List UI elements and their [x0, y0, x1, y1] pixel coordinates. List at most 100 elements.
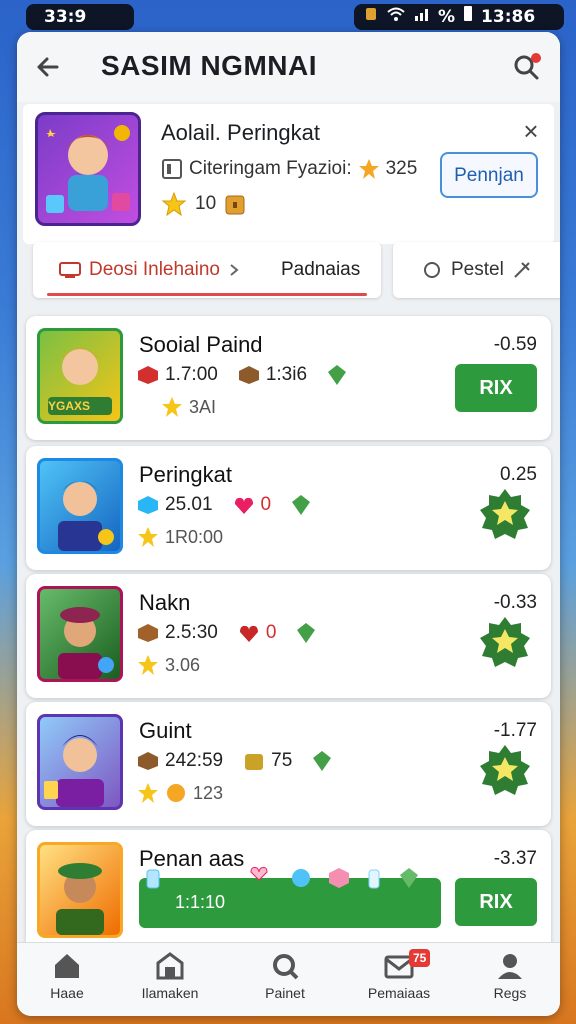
star-icon: [138, 527, 158, 547]
nav-store[interactable]: Ilamaken: [120, 951, 220, 1001]
back-button[interactable]: [31, 50, 65, 84]
green-gem-icon: [328, 365, 347, 385]
search-button[interactable]: [510, 50, 544, 84]
player-stats: 242:59 75: [137, 750, 332, 772]
player-substat: 3AI: [161, 396, 216, 418]
status-signal-text: %: [438, 7, 456, 27]
list-item[interactable]: Penan aas -3.37 1:1:10 RIX: [26, 830, 551, 954]
stat-value-2: 1:3i6: [265, 364, 308, 385]
featured-meta: Citeringam Fyazioi: 325: [161, 158, 417, 180]
top-app-bar: SASIM NGMNAI: [17, 32, 560, 102]
substat-value: 3.06: [165, 654, 201, 675]
featured-action-button[interactable]: Pennjan: [440, 152, 538, 198]
nav-search[interactable]: Painet: [235, 951, 335, 1001]
green-gem-icon: [297, 623, 316, 643]
wood-block-icon: [238, 366, 259, 384]
document-icon: [162, 159, 182, 179]
tab-secondary[interactable]: Pestel: [393, 242, 560, 298]
signal-icon: [414, 4, 430, 30]
nav-home[interactable]: Haae: [17, 951, 117, 1001]
star-badge-icon: [480, 489, 530, 539]
monitor-icon: [59, 262, 81, 278]
nav-label: Ilamaken: [141, 985, 199, 1001]
store-icon: [156, 952, 184, 980]
tab-primary-a-label: Deosi Inlehaino: [89, 259, 220, 280]
player-name: Nakn: [139, 590, 191, 615]
red-block-icon: [138, 366, 158, 384]
star-badge-button[interactable]: [479, 616, 531, 668]
star-icon: [138, 655, 158, 675]
tab-primary-b-label[interactable]: Padnaias: [281, 259, 360, 281]
star-badge-icon: [480, 617, 530, 667]
close-button[interactable]: ×: [518, 118, 544, 144]
wood-block-icon: [138, 752, 158, 770]
player-score: -0.33: [493, 592, 537, 613]
nav-messages[interactable]: 75 Pemaiaas: [349, 949, 449, 1001]
player-substat: 1R0:00: [137, 526, 223, 548]
status-time-left: 33:9: [26, 4, 134, 30]
close-icon: ×: [523, 116, 539, 146]
stat-value-1: 242:59: [165, 750, 224, 771]
list-item[interactable]: YGAXS Sooial Paind -0.59 1.7:00 1:3i6 3A…: [26, 316, 551, 440]
progress-icons: [146, 867, 418, 889]
substat-value: 1R0:00: [165, 526, 224, 547]
stat-value-2: 0: [265, 622, 277, 643]
main-panel: SASIM NGMNAI Aolail. Peringkat × Citerin…: [17, 32, 560, 1016]
nav-label: Regs: [493, 985, 527, 1001]
stat-value-2: 0: [260, 494, 272, 515]
green-gem-icon: [292, 495, 311, 515]
star-badge-button[interactable]: [479, 744, 531, 796]
stat-value-1: 1.7:00: [165, 364, 218, 385]
status-bar: 33:9 % 13:86: [0, 0, 576, 34]
tab-primary[interactable]: Deosi Inlehaino Padnaias: [33, 242, 381, 298]
wifi-icon: [386, 4, 406, 30]
player-stats: 1.7:00 1:3i6: [137, 364, 347, 386]
red-heart-icon: [239, 625, 258, 642]
star-badge-button[interactable]: [479, 488, 531, 540]
featured-card[interactable]: Aolail. Peringkat × Citeringam Fyazioi: …: [23, 104, 554, 244]
player-avatar: [37, 714, 123, 810]
featured-meta-row2: 10: [161, 192, 246, 216]
nav-label: Haae: [50, 985, 84, 1001]
player-avatar: [37, 842, 123, 938]
player-score: -0.59: [493, 334, 537, 355]
pink-heart-icon: [234, 497, 253, 514]
tab-primary-a[interactable]: Deosi Inlehaino: [59, 259, 240, 281]
battery-icon: [463, 4, 473, 30]
arrow-left-icon: [37, 57, 59, 77]
notification-badge: 75: [409, 949, 431, 967]
tab-bar: Deosi Inlehaino Padnaias Pestel: [17, 238, 560, 304]
substat-value: 3AI: [189, 396, 217, 417]
status-right-cluster: % 13:86: [354, 4, 564, 30]
nav-label: Painet: [265, 985, 305, 1001]
star-icon: [358, 159, 379, 179]
tab-secondary-label: Pestel: [451, 259, 504, 280]
bottom-navigation: Haae Ilamaken Painet 75 Pemaiaas Regs: [17, 942, 560, 1016]
green-gem-icon: [313, 751, 332, 771]
blue-block-icon: [138, 496, 158, 514]
nav-profile[interactable]: Regs: [460, 951, 560, 1001]
rix-button[interactable]: RIX: [455, 364, 537, 412]
chest-icon: [245, 754, 264, 770]
player-name: Sooial Paind: [139, 332, 263, 357]
substat-value: 123: [193, 782, 224, 803]
featured-title: Aolail. Peringkat: [161, 120, 320, 145]
home-icon: [55, 954, 79, 978]
list-item[interactable]: Guint -1.77 242:59 75 123: [26, 702, 551, 826]
tools-icon: [514, 262, 530, 278]
featured-avatar: [35, 112, 141, 226]
gear-icon: [424, 262, 440, 278]
player-substat: 3.06: [137, 654, 200, 676]
battery-alert-icon: [364, 4, 378, 30]
star-icon: [162, 397, 182, 417]
page-title: SASIM NGMNAI: [101, 50, 317, 81]
rix-button[interactable]: RIX: [455, 878, 537, 926]
player-name: Guint: [139, 718, 192, 743]
list-item[interactable]: Nakn -0.33 2.5:30 0 3.06: [26, 574, 551, 698]
player-score: 0.25: [500, 464, 537, 485]
chevron-right-icon: [230, 264, 239, 276]
player-substat: 123: [137, 782, 223, 804]
player-stats: 25.01 0: [137, 494, 311, 516]
list-item[interactable]: Peringkat 0.25 25.01 0 1R0:00: [26, 446, 551, 570]
featured-meta-text: Citeringam Fyazioi:: [189, 158, 352, 179]
